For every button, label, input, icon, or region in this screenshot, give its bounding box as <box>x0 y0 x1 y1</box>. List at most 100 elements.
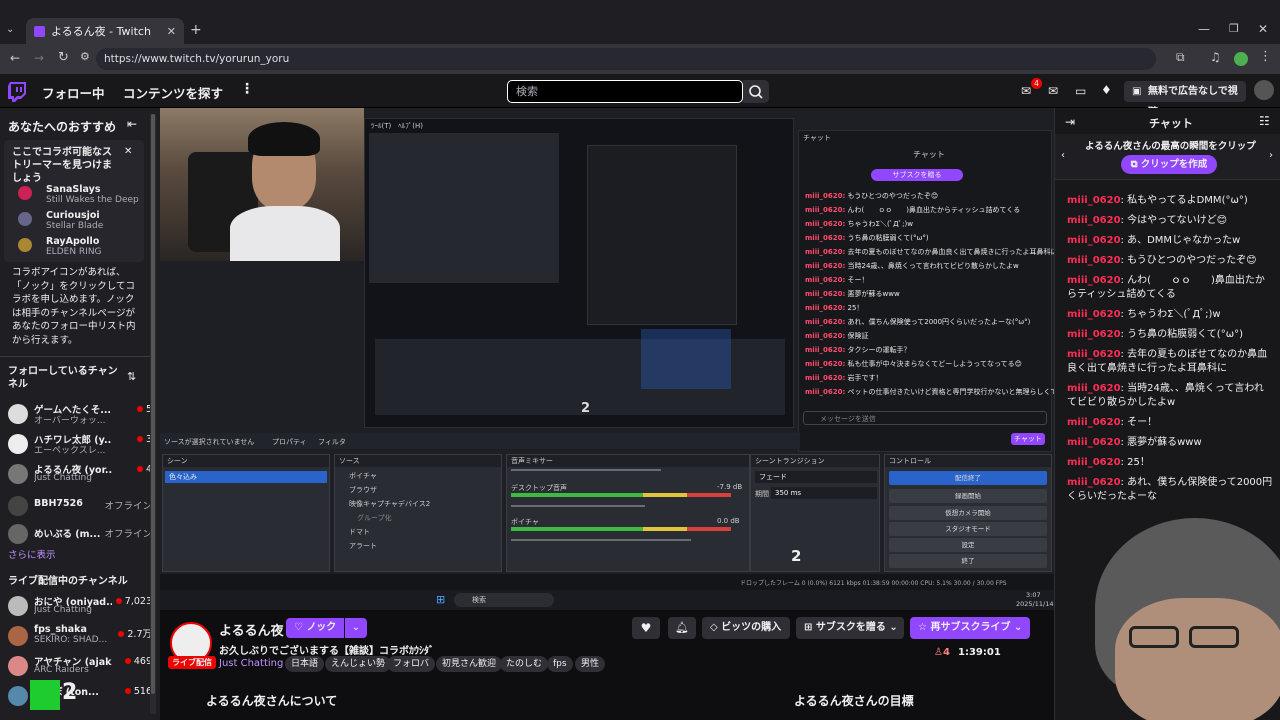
twitch-logo-icon[interactable] <box>8 82 26 102</box>
bits-button[interactable]: ◇ ビッツの購入 <box>702 617 790 639</box>
collab-streamer-item[interactable]: RayApollo ELDEN RING <box>16 236 166 258</box>
banner-prev-icon[interactable]: ‹ <box>1061 150 1065 161</box>
browser-tab[interactable]: よるるん夜 - Twitch ✕ <box>26 18 184 44</box>
obs-chat-username: miii_0620: <box>805 346 846 354</box>
video-player[interactable]: ﾂｰﾙ(T) ﾍﾙﾌﾟ(H) 2 チャット チャット サブスクを贈る miii_… <box>160 108 1054 590</box>
chat-username[interactable]: miii_0620 <box>1067 349 1121 360</box>
live-channel-item[interactable]: とんぼ (ton... 516 <box>6 684 156 706</box>
collab-streamer-item[interactable]: SanaSlays Still Wakes the Deep <box>16 184 166 206</box>
collapse-sidebar-icon[interactable]: ⇤ <box>127 117 137 131</box>
close-window-icon[interactable]: ✕ <box>1258 22 1268 36</box>
obs-chat-text: んわ( ｏｏ )鼻血出たからティッシュ詰めてくる <box>847 206 1021 214</box>
obs-chat-username: miii_0620: <box>805 332 846 340</box>
collab-close-icon[interactable]: ✕ <box>124 146 132 157</box>
banner-next-icon[interactable]: › <box>1269 150 1273 161</box>
collapse-chat-icon[interactable]: ⇥ <box>1065 115 1075 129</box>
overlay-k-logo <box>30 680 60 710</box>
resubscribe-button[interactable]: ☆ 再サブスクライブ ⌄ <box>910 617 1030 639</box>
collab-streamer-name: Curiousjoi <box>46 210 100 221</box>
following-channel-item[interactable]: ハチワレ太郎 (y... エーペックスレ... 3 <box>6 432 156 456</box>
minimize-icon[interactable]: — <box>1198 22 1210 36</box>
obs-chat-username: miii_0620: <box>805 248 846 256</box>
channel-name[interactable]: よるるん夜 <box>219 620 284 639</box>
chat-users-icon[interactable]: ☷ <box>1259 114 1270 128</box>
following-channel-item[interactable]: BBH7526 オフライン <box>6 494 156 516</box>
live-channel-item[interactable]: fps_shaka SEKIRO: SHAD... 2.7万 <box>6 624 156 646</box>
browser-menu-icon[interactable]: ⋮ <box>1259 49 1272 64</box>
create-clip-button[interactable]: ⧉ クリップを作成 <box>1121 155 1217 174</box>
chat-username[interactable]: miii_0620 <box>1067 329 1121 340</box>
captured-watermark: 2 <box>581 401 591 416</box>
live-channel-item[interactable]: アヤチャン (ajak... ARC Raiders 469 <box>6 654 156 676</box>
obs-chat-line: miii_0620: うち鼻の粘膜弱くて(°ω°) <box>805 233 929 243</box>
media-icon[interactable]: ♫ <box>1210 50 1221 64</box>
obs-record-button: 録画開始 <box>889 489 1047 503</box>
whispers-icon[interactable]: ✉ <box>1048 84 1058 98</box>
sort-icon[interactable]: ⇅ <box>127 370 136 383</box>
tab-close-icon[interactable]: ✕ <box>167 25 176 38</box>
following-channel-item[interactable]: めいぷる (m... オフライン <box>6 522 156 544</box>
live-channel-item[interactable]: おにや (oniyad... Just Chatting 7,023 <box>6 594 156 616</box>
chat-username[interactable]: miii_0620 <box>1067 477 1121 488</box>
chat-username[interactable]: miii_0620 <box>1067 195 1121 206</box>
chat-username[interactable]: miii_0620 <box>1067 309 1121 320</box>
obs-chat-text: 25！ <box>847 304 864 312</box>
chat-username[interactable]: miii_0620 <box>1067 417 1121 428</box>
tag[interactable]: fps <box>547 656 573 672</box>
new-tab-button[interactable]: + <box>190 22 202 38</box>
captured-controls <box>641 329 731 389</box>
following-channel-item[interactable]: ゲームへたくそ... オーバーウォッ... 5 <box>6 402 156 426</box>
tag[interactable]: 初見さん歓迎 <box>436 656 503 672</box>
show-more-link[interactable]: さらに表示 <box>8 547 56 561</box>
nav-browse[interactable]: コンテンツを探す <box>123 83 223 102</box>
chat-username[interactable]: miii_0620 <box>1067 457 1121 468</box>
search-button[interactable] <box>743 80 769 103</box>
obs-chat-text: 悪夢が蘇るwww <box>847 290 900 298</box>
mixer-track-db: -7.9 dB <box>717 483 743 491</box>
chat-username[interactable]: miii_0620 <box>1067 437 1121 448</box>
following-channel-item[interactable]: よるるん夜 (yor... Just Chatting 4 <box>6 462 156 484</box>
tag[interactable]: 日本語 <box>285 656 325 672</box>
chat-username[interactable]: miii_0620 <box>1067 235 1121 246</box>
reload-icon[interactable]: ↻ <box>58 50 69 65</box>
inbox-icon[interactable]: ✉ <box>1021 84 1031 98</box>
collab-streamer-item[interactable]: Curiousjoi Stellar Blade <box>16 210 166 232</box>
knock-dropdown-icon[interactable]: ⌄ <box>345 618 367 638</box>
site-info-icon[interactable]: ⚙ <box>80 50 90 63</box>
gift-sub-button[interactable]: ⊞ サブスクを贈る ⌄ <box>796 617 904 639</box>
chat-username[interactable]: miii_0620 <box>1067 383 1121 394</box>
stream-category[interactable]: Just Chatting <box>219 658 283 669</box>
tab-list-chevron-icon[interactable]: ⌄ <box>6 24 20 38</box>
back-icon[interactable]: ← <box>10 51 20 65</box>
url-field[interactable]: https://www.twitch.tv/yorurun_yoru <box>96 48 1156 70</box>
chat-username[interactable]: miii_0620 <box>1067 255 1121 266</box>
tag[interactable]: えんじょい勢 <box>325 656 392 672</box>
clip-icon: ⧉ <box>1130 159 1138 170</box>
chat-message: miii_0620: そー！ <box>1067 417 1158 428</box>
viewer-count: 469 <box>125 656 152 667</box>
nav-more-icon[interactable]: ⋮ <box>240 81 254 97</box>
tag[interactable]: 男性 <box>575 656 606 672</box>
chat-bubble-icon[interactable]: ▭ <box>1075 84 1086 98</box>
user-avatar[interactable] <box>1254 80 1274 100</box>
chat-message: miii_0620: あ、DMMじゃなかったw <box>1067 235 1241 246</box>
live-channels-title: ライブ配信中のチャンネル <box>8 576 128 587</box>
chat-username[interactable]: miii_0620 <box>1067 215 1121 226</box>
maximize-icon[interactable]: ❐ <box>1229 22 1239 35</box>
chat-username[interactable]: miii_0620 <box>1067 275 1121 286</box>
forward-icon[interactable]: → <box>34 51 44 65</box>
goals-heading: よるるん夜さんの目標 <box>794 694 914 708</box>
ad-free-button[interactable]: ▣ 無料で広告なしで視聴 <box>1124 81 1246 118</box>
crown-icon[interactable]: ♦ <box>1101 83 1112 97</box>
nav-following[interactable]: フォロー中 <box>42 83 105 102</box>
webcam-feed <box>160 108 364 261</box>
search-input[interactable]: 検索 <box>507 80 743 103</box>
profile-avatar[interactable] <box>1234 52 1248 66</box>
tag[interactable]: フォロバ <box>387 656 436 672</box>
notify-button[interactable]: 🔔︎ <box>668 617 696 639</box>
heart-button[interactable]: ♥ <box>632 617 660 639</box>
tag[interactable]: たのしむ <box>500 656 549 672</box>
sidebar-scroll-thumb[interactable] <box>151 114 155 694</box>
knock-button[interactable]: ♡ ノック <box>286 618 344 638</box>
extensions-icon[interactable]: ⧉ <box>1176 50 1185 65</box>
